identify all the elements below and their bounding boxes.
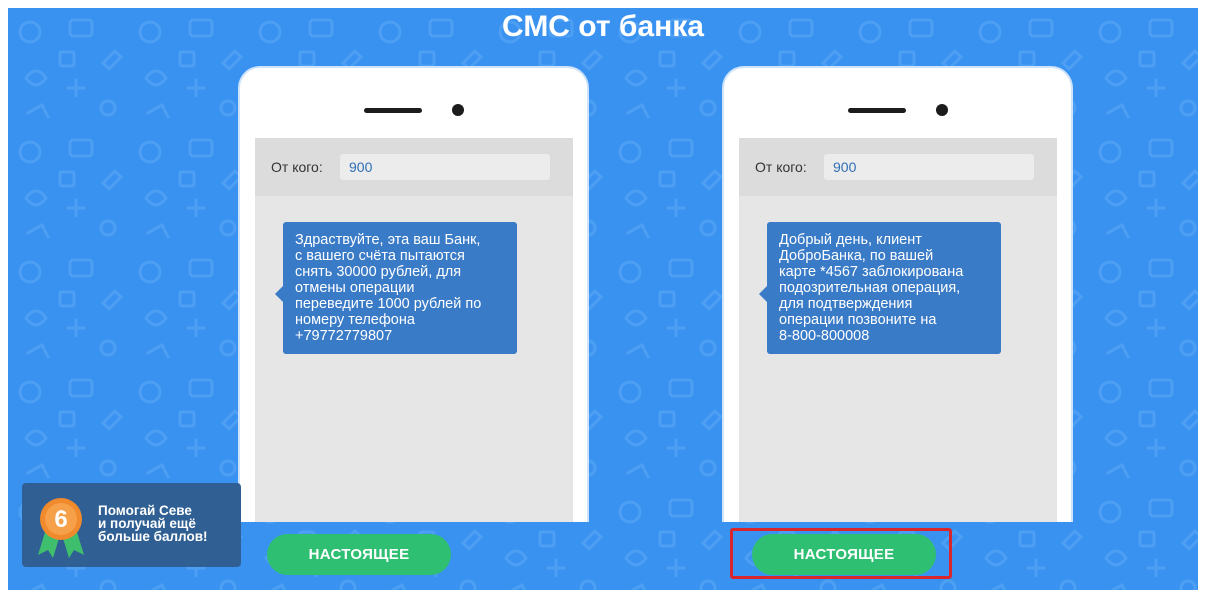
phone-speaker bbox=[364, 108, 422, 113]
page-title: СМС от банка bbox=[502, 10, 704, 43]
reward-badge[interactable]: 6 Помогай Севе и получай ещё больше балл… bbox=[22, 483, 241, 567]
phone-card-right: От кого: 900 Добрый день, клиент ДоброБа… bbox=[722, 66, 1073, 522]
sender-label: От кого: bbox=[755, 159, 807, 175]
sms-message-bubble: Добрый день, клиент ДоброБанка, по вашей… bbox=[759, 222, 1001, 354]
phone-camera-dot bbox=[936, 104, 948, 116]
reward-badge-text: Помогай Севе и получай ещё больше баллов… bbox=[98, 504, 238, 544]
phone-camera-dot bbox=[452, 104, 464, 116]
message-line: +79772779807 bbox=[295, 328, 393, 344]
message-line: подозрительная операция, bbox=[779, 280, 961, 296]
message-line: с вашего счёта пытаются bbox=[295, 248, 465, 264]
message-line: карте *4567 заблокирована bbox=[779, 264, 964, 280]
message-line: отмены операции bbox=[295, 280, 415, 296]
sender-bar: От кого: 900 bbox=[255, 138, 573, 196]
message-line: номеру телефона bbox=[295, 312, 415, 328]
reward-line: больше баллов! bbox=[98, 529, 208, 544]
phone-screen: От кого: 900 Здраствуйте, эта ваш Банк, … bbox=[255, 138, 573, 522]
sender-label: От кого: bbox=[271, 159, 323, 175]
real-button-left[interactable]: НАСТОЯЩЕЕ bbox=[267, 534, 451, 575]
message-line: операции позвоните на bbox=[779, 312, 937, 328]
phone-speaker bbox=[848, 108, 906, 113]
sms-message-bubble: Здраствуйте, эта ваш Банк, с вашего счёт… bbox=[275, 222, 517, 354]
message-line: Здраствуйте, эта ваш Банк, bbox=[295, 232, 481, 248]
message-line: ДоброБанка, по вашей bbox=[779, 248, 934, 264]
sender-field: 900 bbox=[824, 154, 1034, 180]
message-line: для подтверждения bbox=[779, 296, 913, 312]
real-button-right[interactable]: НАСТОЯЩЕЕ bbox=[752, 534, 936, 575]
message-line: Добрый день, клиент bbox=[779, 232, 922, 248]
message-line: снять 30000 рублей, для bbox=[295, 264, 462, 280]
sender-field: 900 bbox=[340, 154, 550, 180]
medal-number: 6 bbox=[54, 506, 67, 533]
message-line: 8-800-800008 bbox=[779, 328, 870, 344]
message-line: переведите 1000 рублей по bbox=[295, 296, 482, 312]
sender-bar: От кого: 900 bbox=[739, 138, 1057, 196]
phone-card-left: От кого: 900 Здраствуйте, эта ваш Банк, … bbox=[238, 66, 589, 522]
phone-screen: От кого: 900 Добрый день, клиент ДоброБа… bbox=[739, 138, 1057, 522]
medal-icon: 6 bbox=[38, 498, 84, 558]
